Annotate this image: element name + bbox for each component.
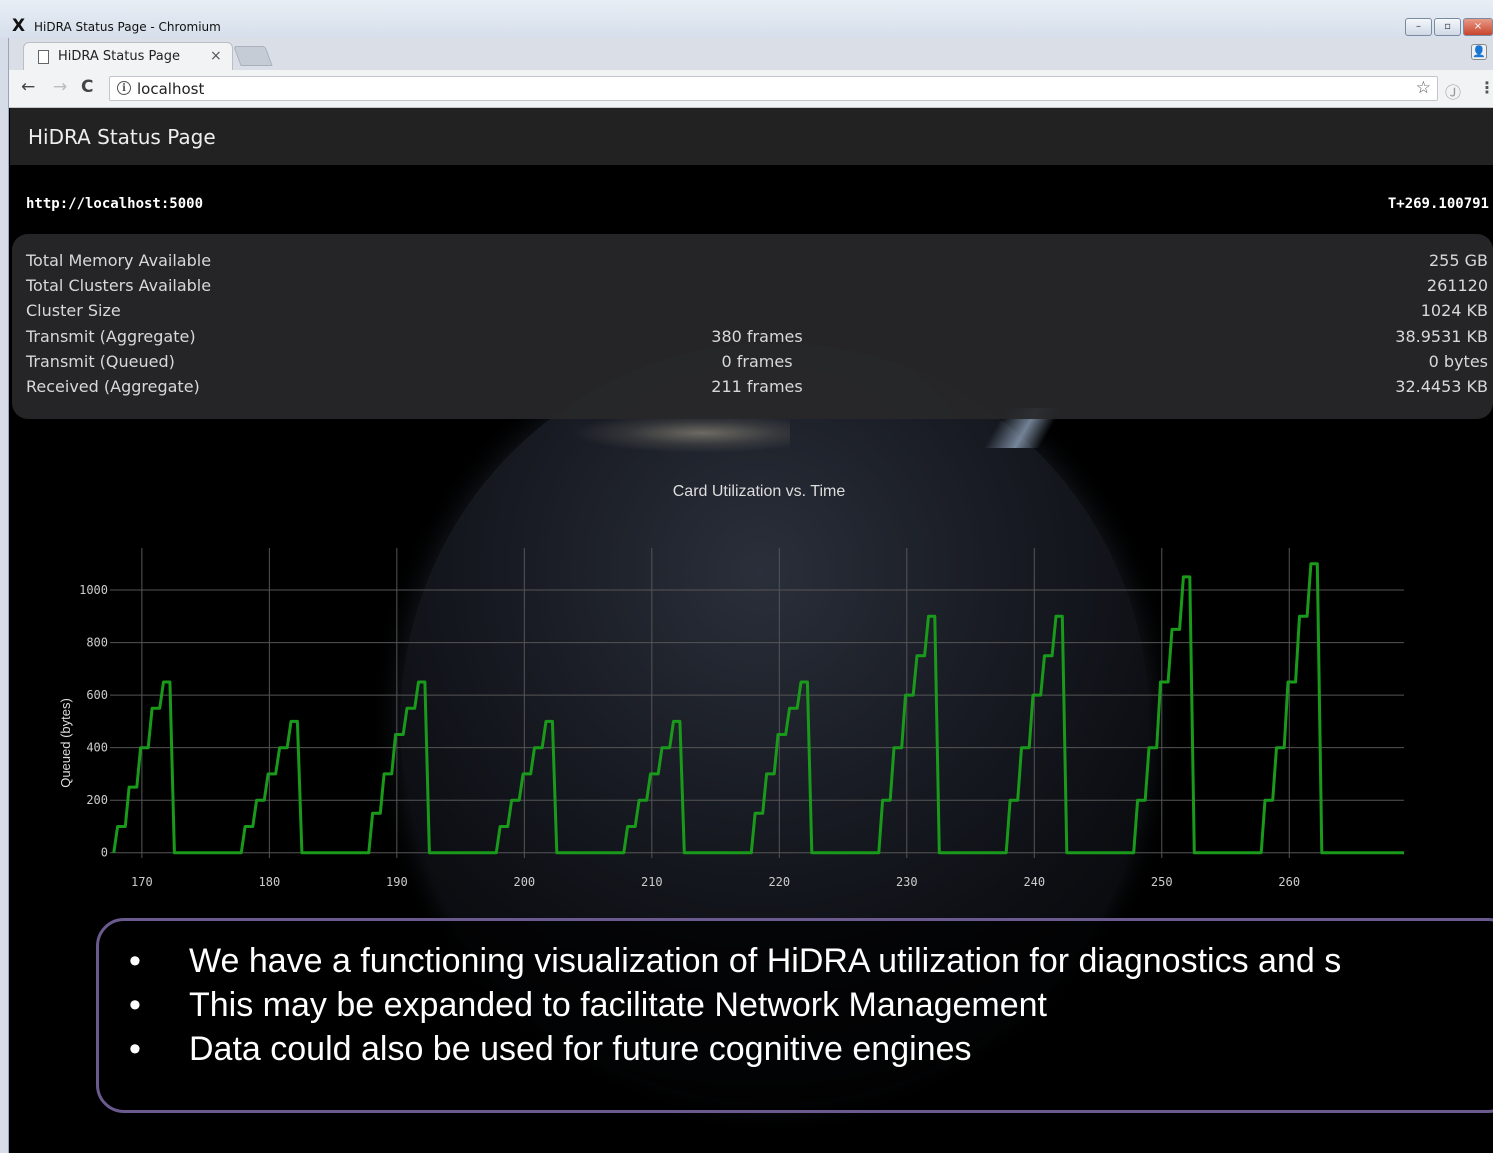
x-tick-label: 210 bbox=[641, 875, 663, 889]
menu-icon[interactable]: ⋮ bbox=[1479, 78, 1493, 97]
utilization-chart: 170 180 190 200 210 220 230 240 250 260 0 200 400 600… bbox=[58, 483, 1404, 889]
x-tick-label: 240 bbox=[1023, 875, 1045, 889]
city-lights-glow bbox=[570, 413, 790, 453]
info-icon[interactable]: i bbox=[117, 81, 131, 95]
stat-value: 1024 KB bbox=[1420, 301, 1488, 320]
stat-label: Cluster Size bbox=[26, 301, 121, 320]
tab-label: HiDRA Status Page bbox=[58, 49, 180, 64]
x-tick-label: 180 bbox=[259, 875, 281, 889]
x-app-icon: X bbox=[12, 16, 26, 36]
stats-panel: Total Memory Available 255 GB Total Clus… bbox=[12, 234, 1493, 419]
title-bar: X HiDRA Status Page - Chromium – ▫ × bbox=[0, 0, 1493, 38]
x-tick-label: 230 bbox=[896, 875, 918, 889]
callout-text: We have a functioning visualization of H… bbox=[189, 942, 1342, 980]
stat-value: 38.9531 KB bbox=[1395, 327, 1488, 346]
back-icon[interactable]: ← bbox=[21, 77, 35, 97]
y-tick-label: 800 bbox=[86, 636, 108, 650]
stat-row: Total Memory Available 255 GB bbox=[12, 251, 1493, 276]
stat-frames: 211 frames bbox=[711, 377, 803, 396]
stat-label: Total Memory Available bbox=[26, 251, 212, 270]
y-tick-label: 200 bbox=[86, 793, 108, 807]
x-tick-label: 250 bbox=[1151, 875, 1173, 889]
stat-value: 255 GB bbox=[1429, 251, 1488, 270]
x-tick-label: 220 bbox=[768, 875, 790, 889]
app-header: HiDRA Status Page bbox=[10, 108, 1493, 165]
stat-value: 261120 bbox=[1426, 276, 1488, 295]
bookmark-star-icon[interactable]: ☆ bbox=[1416, 78, 1431, 98]
callout-item: • This may be expanded to facilitate Netw… bbox=[99, 983, 1341, 1027]
chart-title: Card Utilization vs. Time bbox=[673, 483, 846, 500]
new-tab-button[interactable] bbox=[233, 46, 273, 66]
queued-bytes-series-line bbox=[112, 562, 1404, 855]
stat-label: Transmit (Queued) bbox=[26, 352, 175, 371]
profile-icon[interactable]: 👤 bbox=[1471, 44, 1487, 60]
page-content: HiDRA Status Page http://localhost:5000 … bbox=[10, 108, 1493, 1153]
window-title: HiDRA Status Page - Chromium bbox=[34, 20, 221, 34]
reload-icon[interactable]: C bbox=[81, 77, 93, 97]
elapsed-time: T+269.100791 bbox=[1387, 196, 1489, 212]
address-bar[interactable]: i localhost ☆ bbox=[109, 76, 1438, 101]
extension-icon[interactable]: Ⓙ bbox=[1445, 79, 1461, 103]
stat-row: Received (Aggregate) 211 frames 32.4453 … bbox=[12, 377, 1493, 402]
callout-item: • We have a functioning visualization of … bbox=[99, 939, 1341, 983]
close-window-button[interactable]: × bbox=[1463, 18, 1493, 36]
forward-icon[interactable]: → bbox=[53, 77, 67, 97]
page-title: HiDRA Status Page bbox=[28, 125, 216, 149]
summary-callout: • We have a functioning visualization of … bbox=[96, 918, 1493, 1113]
bullet-glyph: • bbox=[129, 1030, 141, 1068]
callout-list: • We have a functioning visualization of … bbox=[99, 939, 1341, 1071]
x-tick-label: 200 bbox=[513, 875, 535, 889]
callout-item: • Data could also be used for future cogn… bbox=[99, 1027, 1341, 1071]
y-tick-label: 400 bbox=[86, 741, 108, 755]
x-tick-label: 260 bbox=[1278, 875, 1300, 889]
y-axis-label: Queued (bytes) bbox=[58, 698, 73, 788]
y-tick-label: 1000 bbox=[79, 583, 108, 597]
x-tick-label: 170 bbox=[131, 875, 153, 889]
callout-text: Data could also be used for future cogni… bbox=[189, 1030, 972, 1068]
bullet-glyph: • bbox=[129, 942, 141, 980]
stat-label: Total Clusters Available bbox=[26, 276, 212, 295]
stat-frames: 0 frames bbox=[721, 352, 793, 371]
y-tick-label: 0 bbox=[101, 846, 108, 860]
y-tick-label: 600 bbox=[86, 688, 108, 702]
stat-value: 32.4453 KB bbox=[1395, 377, 1488, 396]
browser-toolbar: ← → C i localhost ☆ Ⓙ ⋮ bbox=[9, 70, 1493, 108]
minimize-button[interactable]: – bbox=[1405, 18, 1432, 36]
window-controls: – ▫ × bbox=[1405, 18, 1493, 36]
browser-window: X HiDRA Status Page - Chromium – ▫ × HiD… bbox=[0, 0, 1493, 1153]
tab-hidra-status[interactable]: HiDRA Status Page × bbox=[23, 42, 233, 70]
page-icon bbox=[38, 50, 49, 64]
stat-row: Transmit (Aggregate) 380 frames 38.9531 … bbox=[12, 327, 1493, 352]
stat-row: Transmit (Queued) 0 frames 0 bytes bbox=[12, 352, 1493, 377]
window-border bbox=[0, 38, 9, 1153]
url-text[interactable]: localhost bbox=[137, 80, 204, 98]
tab-close-icon[interactable]: × bbox=[210, 48, 222, 64]
stat-label: Received (Aggregate) bbox=[26, 377, 200, 396]
stat-row: Total Clusters Available 261120 bbox=[12, 276, 1493, 301]
callout-text: This may be expanded to facilitate Netwo… bbox=[189, 986, 1048, 1024]
tab-strip: HiDRA Status Page × 👤 bbox=[9, 38, 1493, 70]
maximize-button[interactable]: ▫ bbox=[1434, 18, 1461, 36]
stat-value: 0 bytes bbox=[1428, 352, 1488, 371]
x-tick-label: 190 bbox=[386, 875, 408, 889]
stat-frames: 380 frames bbox=[711, 327, 803, 346]
host-address: http://localhost:5000 bbox=[26, 196, 204, 212]
stat-row: Cluster Size 1024 KB bbox=[12, 301, 1493, 326]
bullet-glyph: • bbox=[129, 986, 141, 1024]
stat-label: Transmit (Aggregate) bbox=[26, 327, 196, 346]
